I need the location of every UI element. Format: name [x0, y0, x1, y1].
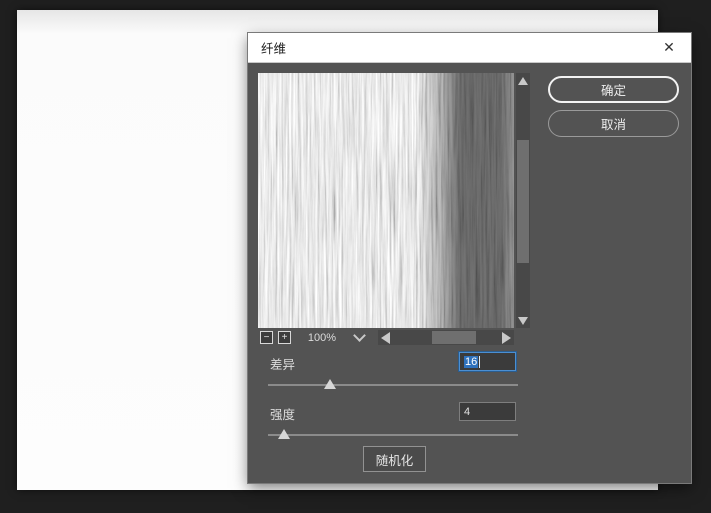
- text-caret: [479, 356, 480, 368]
- zoom-in-button[interactable]: +: [278, 331, 291, 344]
- dialog-title: 纤维: [261, 38, 286, 57]
- zoom-level-value[interactable]: 100%: [305, 332, 339, 344]
- variance-input[interactable]: 16: [459, 352, 516, 371]
- ok-button[interactable]: 确定: [548, 76, 679, 103]
- strength-slider[interactable]: [268, 434, 518, 436]
- fibers-dialog: 纤维 ✕: [248, 33, 691, 483]
- horizontal-scroll-thumb[interactable]: [432, 331, 476, 344]
- preview-horizontal-scrollbar[interactable]: [378, 330, 514, 345]
- strength-value: 4: [464, 406, 470, 418]
- scroll-right-icon[interactable]: [502, 330, 511, 345]
- strength-label: 强度: [270, 404, 295, 423]
- strength-input[interactable]: 4: [459, 402, 516, 421]
- zoom-out-button[interactable]: −: [260, 331, 273, 344]
- photoshop-workspace: 纤维 ✕: [0, 0, 711, 513]
- close-icon[interactable]: ✕: [657, 36, 681, 60]
- chevron-down-icon[interactable]: [353, 329, 366, 342]
- variance-slider-thumb[interactable]: [324, 379, 336, 389]
- variance-label: 差异: [270, 354, 295, 373]
- cancel-button[interactable]: 取消: [548, 110, 679, 137]
- dialog-titlebar: 纤维 ✕: [248, 33, 691, 63]
- strength-slider-thumb[interactable]: [278, 429, 290, 439]
- vertical-scroll-thumb[interactable]: [517, 140, 529, 263]
- variance-slider[interactable]: [268, 384, 518, 386]
- preview-vertical-scrollbar[interactable]: [516, 73, 530, 328]
- scroll-left-icon[interactable]: [381, 330, 390, 345]
- scroll-up-icon[interactable]: [516, 73, 530, 88]
- variance-value: 16: [464, 356, 478, 368]
- preview-zoom-controls: − + 100%: [260, 329, 514, 346]
- fibers-preview[interactable]: [258, 73, 514, 328]
- scroll-down-icon[interactable]: [516, 313, 530, 328]
- randomize-button[interactable]: 随机化: [363, 446, 426, 472]
- fibers-shading-overlay: [258, 73, 514, 328]
